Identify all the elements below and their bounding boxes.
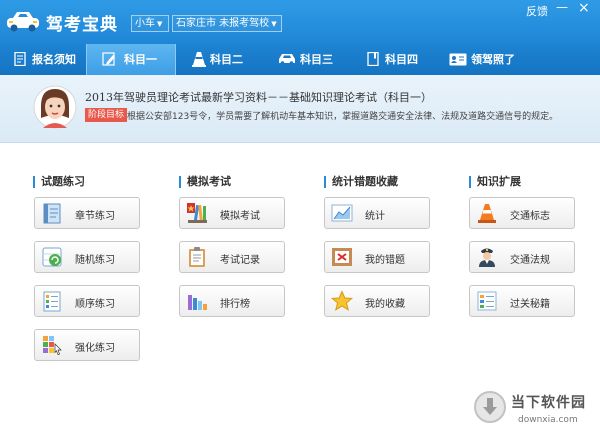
download-circle-icon xyxy=(474,391,506,423)
section-title-practice: 试题练习 xyxy=(33,176,85,188)
button-label: 统计 xyxy=(365,211,385,222)
chapter-book-icon xyxy=(43,203,61,224)
car-icon xyxy=(279,54,295,65)
button-label: 交通标志 xyxy=(510,211,550,222)
button-label: 考试记录 xyxy=(220,255,260,266)
car-type-select[interactable]: 小车 ▼ xyxy=(131,15,169,32)
secret-tips-icon xyxy=(477,291,497,311)
tab-subject-four[interactable]: 科目四 xyxy=(367,44,435,75)
star-icon xyxy=(331,290,353,311)
pass-tips-button[interactable]: 过关秘籍 xyxy=(469,285,575,317)
tab-get-license[interactable]: 领驾照了 xyxy=(449,44,529,75)
close-button[interactable]: × xyxy=(578,0,590,16)
statistics-chart-icon xyxy=(331,204,353,222)
city-school-select[interactable]: 石家庄市 未报考驾校 ▼ xyxy=(172,15,282,32)
tab-label: 科目一 xyxy=(124,53,157,66)
wrong-answer-icon xyxy=(332,248,352,266)
button-label: 排行榜 xyxy=(220,299,250,310)
ranking-button[interactable]: 排行榜 xyxy=(179,285,285,317)
tab-label: 科目二 xyxy=(210,53,243,66)
tab-registration[interactable]: 报名须知 xyxy=(14,44,88,75)
license-card-icon xyxy=(449,53,467,66)
info-banner: 2013年驾驶员理论考试最新学习资料－－基础知识理论考试（科目一） 阶段目标 根… xyxy=(0,75,600,143)
section-title-mock-exam: 模拟考试 xyxy=(179,176,231,188)
bar-ranking-icon xyxy=(188,295,207,310)
car-type-value: 小车 xyxy=(135,18,155,29)
tab-label: 科目四 xyxy=(385,53,418,66)
exam-record-button[interactable]: 考试记录 xyxy=(179,241,285,273)
tab-subject-two[interactable]: 科目二 xyxy=(192,44,264,75)
section-title-statistics: 统计错题收藏 xyxy=(324,176,398,188)
button-label: 交通法规 xyxy=(510,255,550,266)
car-logo-icon xyxy=(7,12,39,32)
pencil-icon xyxy=(102,52,115,66)
button-label: 随机练习 xyxy=(75,255,115,266)
chevron-down-icon: ▼ xyxy=(271,20,277,28)
watermark-domain: downxia.com xyxy=(518,415,578,425)
app-title: 驾考宝典 xyxy=(46,15,118,35)
tab-label: 科目三 xyxy=(300,53,333,66)
sequence-practice-button[interactable]: 顺序练习 xyxy=(34,285,140,317)
traffic-cone-icon xyxy=(478,204,496,223)
tab-label: 报名须知 xyxy=(32,53,76,66)
tab-subject-one[interactable]: 科目一 xyxy=(86,44,176,75)
my-wrong-questions-button[interactable]: 我的错题 xyxy=(324,241,430,273)
banner-title: 2013年驾驶员理论考试最新学习资料－－基础知识理论考试（科目一） xyxy=(85,91,432,104)
traffic-cone-icon xyxy=(192,52,206,67)
tab-label: 领驾照了 xyxy=(471,53,515,66)
my-favorites-button[interactable]: 我的收藏 xyxy=(324,285,430,317)
button-label: 模拟考试 xyxy=(220,211,260,222)
feedback-button[interactable]: 反馈 xyxy=(526,3,548,19)
statistics-button[interactable]: 统计 xyxy=(324,197,430,229)
avatar xyxy=(33,85,77,129)
exam-pencils-icon xyxy=(187,203,207,223)
clipboard-icon xyxy=(189,247,205,267)
button-label: 过关秘籍 xyxy=(510,299,550,310)
button-label: 章节练习 xyxy=(75,211,115,222)
chapter-practice-button[interactable]: 章节练习 xyxy=(34,197,140,229)
random-refresh-icon xyxy=(42,247,62,267)
document-icon xyxy=(14,52,26,66)
button-label: 强化练习 xyxy=(75,343,115,354)
stage-badge: 阶段目标 xyxy=(85,108,128,122)
strengthen-practice-button[interactable]: 强化练习 xyxy=(34,329,140,361)
watermark-text: 当下软件园 xyxy=(511,395,586,411)
title-bar: 驾考宝典 小车 ▼ 石家庄市 未报考驾校 ▼ 反馈 — × xyxy=(0,0,600,44)
button-label: 我的错题 xyxy=(365,255,405,266)
button-label: 我的收藏 xyxy=(365,299,405,310)
police-officer-icon xyxy=(479,248,495,267)
section-title-knowledge: 知识扩展 xyxy=(469,176,521,188)
button-label: 顺序练习 xyxy=(75,299,115,310)
minimize-button[interactable]: — xyxy=(556,0,568,14)
sequence-list-icon xyxy=(43,291,61,312)
city-school-value: 石家庄市 未报考驾校 xyxy=(176,18,270,29)
traffic-signs-button[interactable]: 交通标志 xyxy=(469,197,575,229)
random-practice-button[interactable]: 随机练习 xyxy=(34,241,140,273)
tab-subject-three[interactable]: 科目三 xyxy=(278,44,354,75)
traffic-regulations-button[interactable]: 交通法规 xyxy=(469,241,575,273)
strengthen-blocks-icon xyxy=(43,336,62,356)
banner-description: 根据公安部123号令，学员需要了解机动车基本知识，掌握道路交通安全法律、法规及道… xyxy=(127,112,559,122)
subject-tab-bar: 报名须知 科目一 科目二 科目三 科目四 领驾照了 xyxy=(0,44,600,75)
chevron-down-icon: ▼ xyxy=(157,20,163,28)
book-icon xyxy=(367,52,379,66)
mock-exam-button[interactable]: 模拟考试 xyxy=(179,197,285,229)
